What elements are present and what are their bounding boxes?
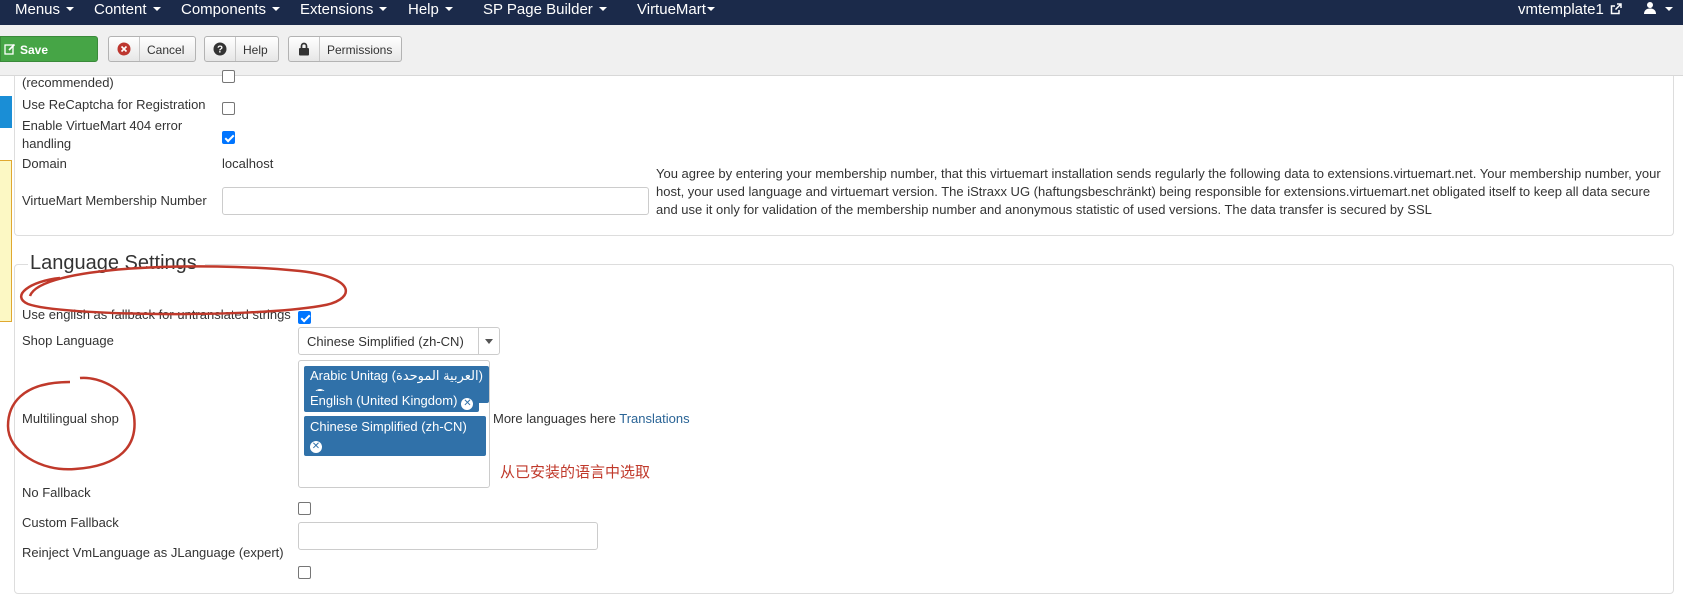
caret-down-icon xyxy=(66,7,75,11)
domain-label: Domain xyxy=(22,156,67,171)
sidebar-active-marker xyxy=(0,96,12,128)
menu-help[interactable]: Help xyxy=(408,1,453,18)
edit-icon xyxy=(1,37,19,61)
site-link[interactable]: vmtemplate1 xyxy=(1518,1,1622,18)
more-languages-text: More languages here Translations xyxy=(493,411,690,426)
error404-label-line2: handling xyxy=(22,136,72,151)
reinject-checkbox[interactable] xyxy=(298,566,311,579)
caret-down-icon xyxy=(379,7,388,11)
cancel-button[interactable]: Cancel xyxy=(108,36,196,62)
top-navbar: Menus Content Components Extensions Help… xyxy=(0,0,1683,25)
settings-content: (recommended) Use ReCaptcha for Registra… xyxy=(0,70,1683,594)
membership-help-text: You agree by entering your membership nu… xyxy=(656,166,1661,217)
menu-content[interactable]: Content xyxy=(94,1,161,18)
cancel-icon xyxy=(109,37,140,61)
lock-icon xyxy=(289,37,320,61)
recaptcha-label: Use ReCaptcha for Registration xyxy=(22,97,206,112)
error404-checkbox[interactable] xyxy=(222,131,235,144)
annotation-ellipse xyxy=(20,265,348,316)
recommended-checkbox[interactable] xyxy=(222,70,235,83)
caret-down-icon xyxy=(598,7,607,11)
membership-label: VirtueMart Membership Number xyxy=(22,193,207,208)
help-button[interactable]: ? Help xyxy=(204,36,279,62)
annotation-text: 从已安装的语言中选取 xyxy=(500,464,651,481)
external-link-icon xyxy=(1610,3,1622,15)
user-icon xyxy=(1644,2,1656,14)
menu-sp-page-builder[interactable]: SP Page Builder xyxy=(483,1,607,18)
recommended-label: (recommended) xyxy=(22,75,114,90)
domain-value: localhost xyxy=(222,156,274,171)
caret-down-icon xyxy=(152,7,161,11)
translations-link[interactable]: Translations xyxy=(619,411,689,426)
permissions-button[interactable]: Permissions xyxy=(288,36,402,62)
user-menu[interactable] xyxy=(1643,1,1674,18)
caret-down-icon xyxy=(706,7,715,11)
caret-down-icon xyxy=(1665,7,1674,11)
remove-tag-icon[interactable]: ✕ xyxy=(461,398,474,410)
caret-down-icon xyxy=(444,7,453,11)
menu-menus[interactable]: Menus xyxy=(15,1,75,18)
chevron-down-icon xyxy=(478,328,499,354)
membership-number-input[interactable] xyxy=(222,187,649,215)
svg-text:?: ? xyxy=(217,45,223,56)
menu-extensions[interactable]: Extensions xyxy=(300,1,388,18)
menu-virtuemart[interactable]: VirtueMart xyxy=(637,1,715,18)
annotation-ellipse xyxy=(6,376,136,471)
save-button[interactable]: Save xyxy=(0,36,98,62)
question-icon: ? xyxy=(205,37,236,61)
menu-components[interactable]: Components xyxy=(181,1,281,18)
caret-down-icon xyxy=(272,7,281,11)
recaptcha-checkbox[interactable] xyxy=(222,102,235,115)
error404-label-line1: Enable VirtueMart 404 error xyxy=(22,118,183,133)
annotation-ellipses xyxy=(6,265,348,471)
